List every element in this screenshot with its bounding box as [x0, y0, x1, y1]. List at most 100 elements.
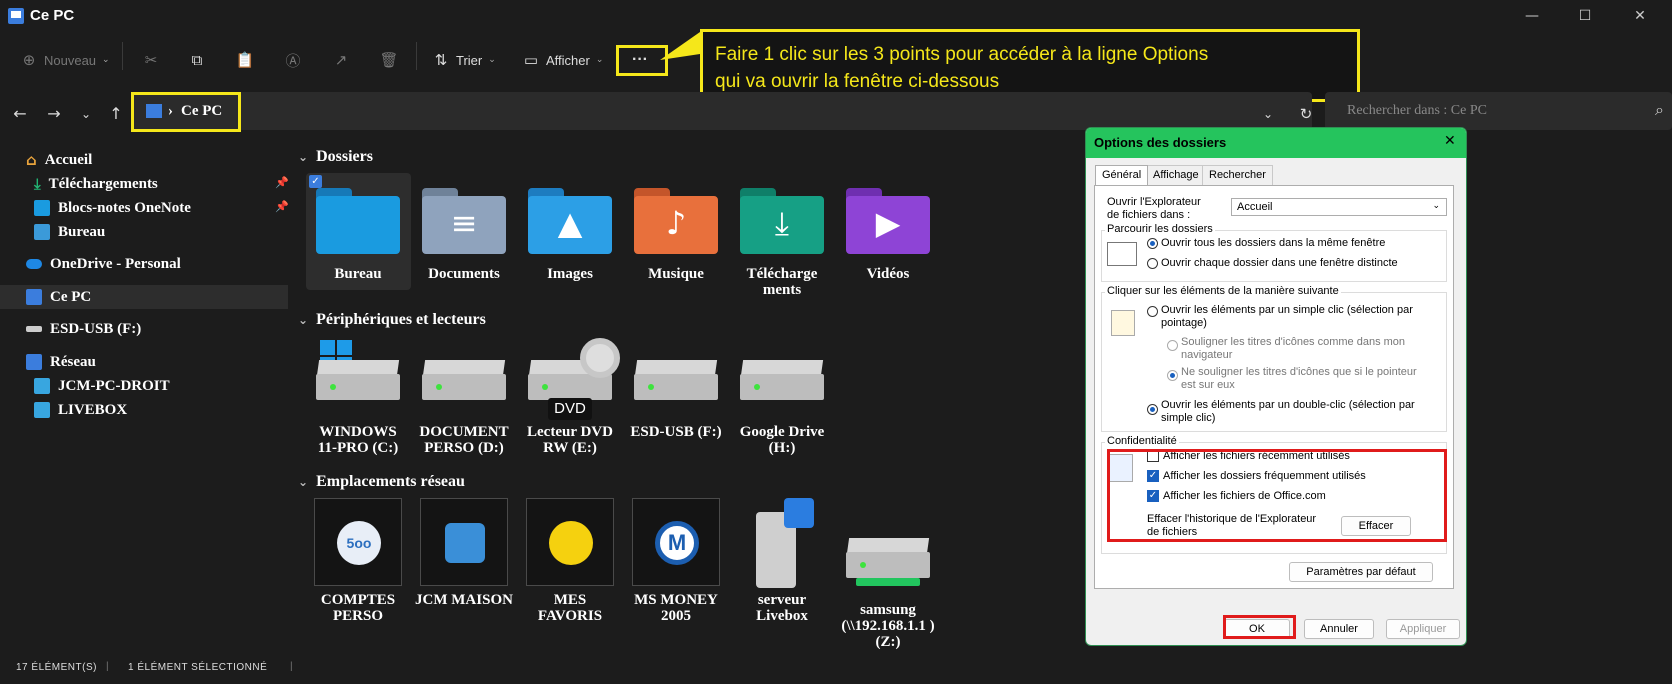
drive-label: WINDOWS 11-PRO (C:) [317, 424, 399, 456]
network-location-tile[interactable]: 5oo COMPTES PERSO [308, 498, 408, 624]
network-location-tile[interactable]: serveur Livebox [732, 498, 832, 624]
cancel-button[interactable]: Annuler [1304, 619, 1374, 639]
chevron-down-icon: ⌄ [488, 55, 496, 65]
pointer-hand-icon [1111, 310, 1135, 336]
section-folders-header[interactable]: ⌄ Dossiers [298, 148, 373, 166]
open-explorer-label: Ouvrir l'Explorateur [1107, 196, 1201, 208]
underline-browser-radio[interactable] [1167, 340, 1178, 351]
search-input[interactable]: Rechercher dans : Ce PC ⌕ [1325, 92, 1672, 130]
sidebar-item-onenote[interactable]: Blocs-notes OneNote [34, 196, 191, 220]
pin-icon[interactable]: 📌 [275, 176, 289, 189]
sidebar-item-home[interactable]: ⌂ Accueil [26, 148, 92, 172]
folder-tile[interactable]: ♪ Musique [626, 188, 726, 282]
sidebar-item-livebox[interactable]: LIVEBOX [34, 398, 127, 422]
tab-search[interactable]: Rechercher [1202, 165, 1273, 185]
usb-drive-icon [26, 326, 42, 332]
network-location-tile[interactable]: MES FAVORIS [520, 498, 620, 624]
checkbox-icon[interactable]: ✓ [309, 175, 322, 188]
network-drive-icon [846, 516, 930, 586]
folder-tile[interactable]: Bureau [308, 188, 408, 282]
breadcrumb-location[interactable]: Ce PC [181, 103, 222, 120]
sidebar-item-downloads[interactable]: ⤓ Téléchargements [34, 172, 158, 196]
folder-tile[interactable]: ▶ Vidéos [838, 188, 938, 282]
new-button[interactable]: ⊕ Nouveau ⌄ [20, 48, 110, 72]
folder-tile[interactable]: ▲ Images [520, 188, 620, 282]
address-dropdown-button[interactable]: ⌄ [1256, 102, 1280, 126]
download-icon: ⤓ [34, 175, 41, 193]
copy-icon: ⧉ [191, 51, 203, 69]
rename-button[interactable]: Ⓐ [284, 48, 302, 72]
network-label: MES FAVORIS [537, 592, 603, 624]
music-folder-icon: ♪ [634, 188, 718, 254]
film-icon [784, 498, 814, 528]
tab-view[interactable]: Affichage [1146, 165, 1206, 185]
browse-folders-title: Parcourir les dossiers [1105, 223, 1215, 235]
sort-button[interactable]: ⇅ Trier ⌄ [432, 48, 496, 72]
cut-button[interactable]: ✂ [142, 48, 160, 72]
underline-hover-radio[interactable] [1167, 370, 1178, 381]
pin-icon[interactable]: 📌 [275, 200, 289, 213]
chevron-down-icon: ⌄ [298, 150, 309, 164]
play-icon: ▶ [875, 204, 901, 242]
network-location-tile[interactable]: JCM MAISON [414, 498, 514, 608]
tab-general[interactable]: Général [1095, 165, 1149, 185]
more-options-button[interactable]: ··· [632, 48, 648, 72]
forward-button[interactable]: → [42, 102, 66, 126]
search-icon: ⌕ [1655, 100, 1664, 119]
sidebar-item-network[interactable]: Réseau [26, 350, 96, 374]
minimize-button[interactable]: — [1512, 5, 1552, 27]
chevron-down-icon: ⌄ [1432, 201, 1440, 211]
drive-tile[interactable]: WINDOWS 11-PRO (C:) [308, 338, 408, 456]
sidebar-item-this-pc[interactable]: Ce PC [26, 285, 91, 309]
section-network-header[interactable]: ⌄ Emplacements réseau [298, 473, 465, 491]
double-click-radio[interactable] [1147, 404, 1158, 415]
refresh-button[interactable]: ↻ [1294, 102, 1318, 126]
drive-tile[interactable]: DVD Lecteur DVD RW (E:) [520, 338, 620, 456]
network-location-tile[interactable]: samsung (\\192.168.1.1 ) (Z:) [838, 498, 938, 650]
section-devices-header[interactable]: ⌄ Périphériques et lecteurs [298, 311, 486, 329]
open-explorer-label-2: de fichiers dans : [1107, 209, 1191, 221]
sidebar-item-usb[interactable]: ESD-USB (F:) [26, 317, 141, 341]
sidebar-item-desktop[interactable]: Bureau [34, 220, 105, 244]
hard-drive-icon [422, 338, 506, 408]
drive-tile[interactable]: Google Drive (H:) [732, 338, 832, 456]
delete-button[interactable]: 🗑 [379, 48, 398, 72]
browse-same-radio[interactable] [1147, 238, 1158, 249]
apply-button[interactable]: Appliquer [1386, 619, 1460, 639]
this-pc-icon [146, 104, 162, 118]
drive-tile[interactable]: ESD-USB (F:) [626, 338, 726, 440]
browse-new-radio[interactable] [1147, 258, 1158, 269]
paste-button[interactable]: 📋 [236, 48, 255, 72]
close-icon[interactable]: ✕ [1444, 133, 1456, 149]
folder-tile[interactable]: ⤓ Télécharge ments [732, 188, 832, 298]
address-bar[interactable] [132, 92, 1312, 130]
folder-label: Musique [648, 266, 704, 282]
drive-label: Google Drive (H:) [739, 424, 825, 456]
close-window-button[interactable]: ✕ [1620, 5, 1660, 27]
single-click-label-2: pointage) [1161, 317, 1207, 329]
open-explorer-select[interactable]: Accueil ⌄ [1231, 198, 1447, 216]
sidebar-item-label: Blocs-notes OneNote [58, 199, 191, 216]
breadcrumb[interactable]: › Ce PC [168, 103, 222, 120]
copy-button[interactable]: ⧉ [188, 48, 206, 72]
drive-label: DOCUMENT PERSO (D:) [419, 424, 509, 456]
folder-tile[interactable]: ≡ Documents [414, 188, 514, 282]
recent-locations-button[interactable]: ⌄ [74, 102, 98, 126]
this-pc-icon [8, 8, 24, 24]
back-button[interactable]: ← [8, 102, 32, 126]
network-location-tile[interactable]: M MS MONEY 2005 [626, 498, 726, 624]
folder-label: Documents [428, 266, 500, 282]
restore-defaults-button[interactable]: Paramètres par défaut [1289, 562, 1433, 582]
drive-tile[interactable]: DOCUMENT PERSO (D:) [414, 338, 514, 456]
sidebar-item-label: Bureau [58, 223, 106, 240]
share-button[interactable]: ↗ [332, 48, 350, 72]
double-click-label-2: simple clic) [1161, 412, 1216, 424]
view-button[interactable]: ▭ Afficher ⌄ [522, 48, 603, 72]
sidebar-item-jcm-pc-droit[interactable]: JCM-PC-DROIT [34, 374, 170, 398]
single-click-radio[interactable] [1147, 306, 1158, 317]
up-button[interactable]: ↑ [104, 102, 128, 126]
sidebar-item-onedrive[interactable]: OneDrive - Personal [26, 252, 181, 276]
money-logo-icon: M [655, 521, 699, 565]
view-icon: ▭ [523, 51, 539, 69]
maximize-button[interactable]: ☐ [1565, 5, 1605, 27]
